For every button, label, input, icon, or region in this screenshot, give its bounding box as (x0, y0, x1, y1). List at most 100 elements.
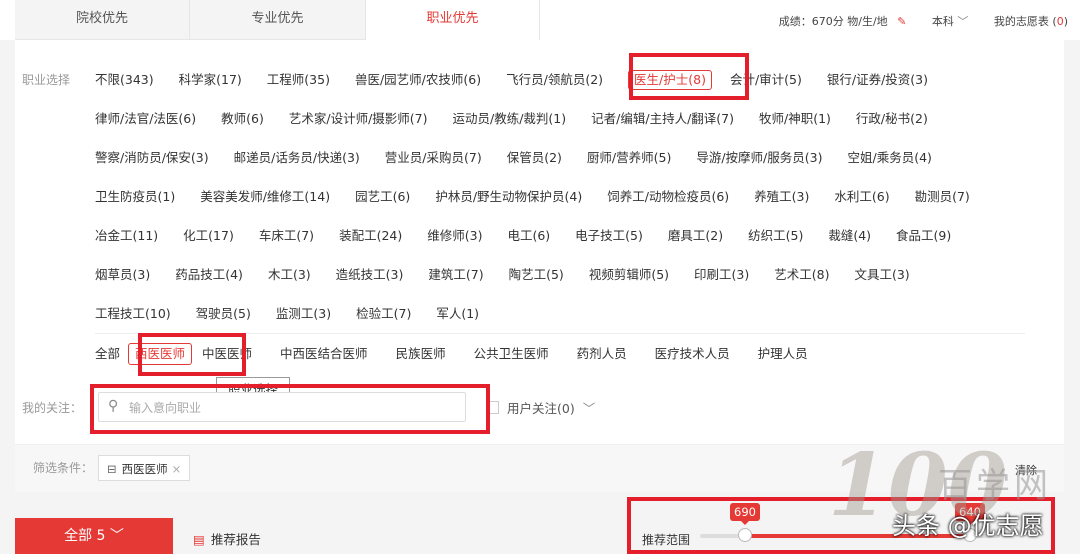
career-option[interactable]: 邮递员/话务员/快递(3) (234, 146, 360, 170)
career-option[interactable]: 监测工(3) (276, 302, 331, 326)
career-option[interactable]: 饲养工/动物检疫员(6) (607, 185, 729, 209)
career-option[interactable]: 银行/证券/投资(3) (827, 68, 928, 92)
range-label: 推荐范围 (642, 533, 691, 547)
sub-career-option[interactable]: 医疗技术人员 (655, 342, 730, 366)
career-option[interactable]: 视频剪辑师(5) (589, 263, 669, 287)
career-row-4: 卫生防疫员(1) 美容美发师/维修工(14) 园艺工(6) 护林员/野生动物保护员(4… (95, 185, 995, 209)
career-option[interactable]: 建筑工(7) (428, 263, 483, 287)
range-handle-low[interactable] (738, 528, 752, 542)
career-search[interactable]: ⚲ (98, 392, 466, 422)
career-option[interactable]: 食品工(9) (896, 224, 951, 248)
my-plan-link[interactable]: 我的志愿表 (0) (994, 15, 1068, 28)
career-option[interactable]: 营业员/采购员(7) (385, 146, 482, 170)
sub-career-option[interactable]: 西医医师 (128, 343, 193, 365)
user-follow-toggle[interactable]: 用户关注(0) ﹀ (486, 398, 595, 417)
career-option[interactable]: 烟草员(3) (95, 263, 150, 287)
career-option[interactable]: 警察/消防员/保安(3) (95, 146, 209, 170)
career-option[interactable]: 纺织工(5) (748, 224, 803, 248)
career-option[interactable]: 卫生防疫员(1) (95, 185, 175, 209)
career-option[interactable]: 护林员/野生动物保护员(4) (435, 185, 582, 209)
career-option[interactable]: 不限(343) (95, 68, 154, 92)
range-handle-high[interactable] (963, 528, 977, 542)
tab-career-first[interactable]: 职业优先 (366, 0, 540, 40)
career-option[interactable]: 电工(6) (507, 224, 550, 248)
career-option[interactable]: 工程技工(10) (95, 302, 171, 326)
career-option[interactable]: 军人(1) (436, 302, 479, 326)
sub-career-option[interactable]: 全部 (95, 342, 120, 366)
sub-career-option[interactable]: 民族医师 (396, 342, 446, 366)
career-option[interactable]: 教师(6) (221, 107, 264, 131)
my-follow-label: 我的关注： (22, 401, 83, 415)
career-option[interactable]: 养殖工(3) (754, 185, 809, 209)
career-option[interactable]: 磨具工(2) (668, 224, 723, 248)
career-option[interactable]: 车床工(7) (259, 224, 314, 248)
career-option[interactable]: 装配工(24) (339, 224, 402, 248)
career-option[interactable]: 水利工(6) (834, 185, 889, 209)
career-option[interactable]: 厨师/营养师(5) (587, 146, 671, 170)
career-option[interactable]: 牧师/神职(1) (759, 107, 831, 131)
career-option[interactable]: 记者/编辑/主持人/翻译(7) (591, 107, 734, 131)
sub-career-option[interactable]: 护理人员 (758, 342, 808, 366)
clear-button[interactable]: 清除 (1015, 462, 1037, 478)
career-option[interactable]: 兽医/园艺师/农技师(6) (355, 68, 481, 92)
career-option[interactable]: 园艺工(6) (355, 185, 410, 209)
sub-career-option[interactable]: 公共卫生医师 (474, 342, 549, 366)
career-option[interactable]: 文具工(3) (854, 263, 909, 287)
career-row-5: 冶金工(11) 化工(17) 车床工(7) 装配工(24) 维修师(3) 电工(6) 电子技… (95, 224, 976, 248)
sub-career-option[interactable]: 药剂人员 (577, 342, 627, 366)
all-results-button[interactable]: 全部 5 ﹀ (15, 518, 173, 554)
filter-label: 筛选条件： (33, 461, 94, 475)
career-row-6: 烟草员(3) 药品技工(4) 木工(3) 造纸技工(3) 建筑工(7) 陶艺工(5) 视频剪… (95, 263, 935, 287)
document-icon: ▤ (193, 532, 205, 547)
career-option[interactable]: 检验工(7) (356, 302, 411, 326)
career-option[interactable]: 科学家(17) (179, 68, 242, 92)
career-row-3: 警察/消防员/保安(3) 邮递员/话务员/快递(3) 营业员/采购员(7) 保管员(2… (95, 146, 957, 170)
career-option[interactable]: 律师/法官/法医(6) (95, 107, 196, 131)
career-option[interactable]: 驾驶员(5) (196, 302, 251, 326)
career-option[interactable]: 印刷工(3) (694, 263, 749, 287)
career-option[interactable]: 导游/按摩师/服务员(3) (696, 146, 822, 170)
career-option[interactable]: 药品技工(4) (175, 263, 243, 287)
tab-major-first[interactable]: 专业优先 (190, 0, 366, 40)
career-option[interactable]: 电子技工(5) (575, 224, 643, 248)
chevron-down-icon: ﹀ (582, 401, 596, 416)
career-select-label: 职业选择 (22, 73, 71, 87)
career-option[interactable]: 美容美发师/维修工(14) (200, 185, 330, 209)
career-option[interactable]: 空姐/乘务员(4) (847, 146, 931, 170)
filter-bar: 筛选条件： ⊟ 西医医师 × 清除 (15, 444, 1064, 492)
career-option[interactable]: 陶艺工(5) (509, 263, 564, 287)
sub-career-option[interactable]: 中医医师 (202, 342, 252, 366)
filter-chip[interactable]: ⊟ 西医医师 × (98, 455, 191, 481)
edit-icon[interactable]: ✎ (897, 15, 906, 28)
range-high-value: 640 (955, 503, 985, 525)
career-option[interactable]: 艺术工(8) (774, 263, 829, 287)
career-option[interactable]: 裁缝(4) (828, 224, 871, 248)
career-option[interactable]: 艺术家/设计师/摄影师(7) (289, 107, 428, 131)
sub-career-option[interactable]: 中西医结合医师 (280, 342, 368, 366)
career-option[interactable]: 医生/护士(8) (628, 70, 712, 90)
career-row-1: 不限(343) 科学家(17) 工程师(35) 兽医/园艺师/农技师(6) 飞行员/领航… (95, 68, 953, 92)
career-option[interactable]: 冶金工(11) (95, 224, 158, 248)
report-link[interactable]: ▤ 推荐报告 (193, 529, 261, 548)
career-option[interactable]: 飞行员/领航员(2) (506, 68, 603, 92)
score-label: 成绩： (778, 15, 812, 28)
career-option[interactable]: 化工(17) (183, 224, 234, 248)
career-option[interactable]: 维修师(3) (427, 224, 482, 248)
career-option[interactable]: 运动员/教练/裁判(1) (453, 107, 567, 131)
career-option[interactable]: 工程师(35) (267, 68, 330, 92)
search-icon: ⚲ (108, 398, 119, 414)
career-option[interactable]: 会计/审计(5) (730, 68, 802, 92)
close-icon[interactable]: × (172, 462, 182, 476)
sub-career-row: 全部 西医医师 中医医师 中西医结合医师 民族医师 公共卫生医师 药剂人员 医疗技术人员 护理人… (95, 342, 836, 366)
career-option[interactable]: 行政/秘书(2) (856, 107, 928, 131)
career-row-7: 工程技工(10) 驾驶员(5) 监测工(3) 检验工(7) 军人(1) (95, 302, 504, 326)
checkbox[interactable] (486, 401, 499, 414)
level-select[interactable]: 本科 ﹀ (932, 15, 969, 28)
career-option[interactable]: 木工(3) (268, 263, 311, 287)
career-option[interactable]: 勘测员(7) (915, 185, 970, 209)
career-option[interactable]: 保管员(2) (507, 146, 562, 170)
career-search-input[interactable] (127, 397, 451, 419)
briefcase-icon: ⊟ (107, 462, 117, 476)
career-option[interactable]: 造纸技工(3) (336, 263, 404, 287)
tab-college-first[interactable]: 院校优先 (15, 0, 190, 40)
